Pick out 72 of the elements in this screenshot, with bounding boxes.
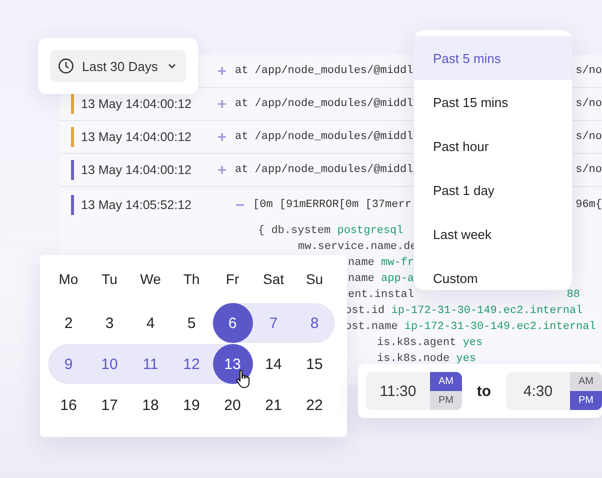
calendar-day[interactable]: 11 — [130, 344, 170, 384]
separator-label: to — [476, 382, 492, 400]
expand-icon[interactable] — [217, 132, 227, 142]
calendar-day[interactable]: 18 — [130, 385, 170, 425]
calendar-day[interactable]: 16 — [48, 385, 88, 425]
code-line: ost.name ip-172-31-30-149.ec2.internal — [345, 320, 596, 335]
time-field[interactable]: 11:30 AM PM — [366, 372, 462, 410]
log-message: 96m{ — [576, 199, 602, 211]
log-timestamp: 13 May 14:04:00:12 — [81, 130, 192, 144]
log-message: at /app/node_modules/@middl — [235, 65, 414, 77]
log-message: at /app/node_modules/@middl — [235, 164, 414, 176]
calendar-day[interactable]: 4 — [130, 303, 170, 343]
weekday-label: Mo — [58, 270, 80, 289]
code-line: is.k8s.node yes — [377, 352, 476, 367]
code-line: ent.instal — [348, 288, 414, 303]
code-line: { db.system postgresql — [258, 224, 404, 239]
code-line: name app-a — [348, 272, 414, 287]
calendar-day[interactable]: 2 — [48, 303, 88, 343]
log-message: at /app/node_modules/@middl — [235, 131, 414, 143]
weekday-label: Th — [182, 270, 201, 289]
calendar-day[interactable]: 8 — [294, 303, 334, 343]
expand-icon[interactable] — [217, 165, 227, 175]
calendar-day[interactable]: 22 — [294, 385, 334, 425]
calendar-day[interactable]: 6 — [212, 303, 252, 343]
calendar-day[interactable]: 12 — [172, 344, 212, 384]
period-toggle[interactable]: AM — [430, 372, 462, 391]
period-toggle[interactable]: PM — [430, 391, 462, 410]
expand-icon[interactable] — [217, 66, 227, 76]
calendar-day[interactable]: 5 — [172, 303, 212, 343]
calendar-day[interactable]: 20 — [212, 385, 252, 425]
calendar-day[interactable]: 3 — [90, 303, 130, 343]
calendar-day[interactable]: 17 — [90, 385, 130, 425]
calendar-day[interactable]: 9 — [48, 344, 88, 384]
weekday-label: We — [139, 270, 162, 289]
period-toggle[interactable]: PM — [570, 391, 602, 410]
menu-item[interactable]: Past 5 mins — [414, 36, 572, 80]
date-range-button[interactable]: Last 30 Days — [50, 50, 186, 82]
log-timestamp: 13 May 14:05:52:12 — [81, 198, 192, 212]
weekday-label: Su — [304, 270, 324, 289]
calendar-day[interactable]: 14 — [254, 344, 294, 384]
calendar-day[interactable]: 19 — [172, 385, 212, 425]
chevron-down-icon — [168, 63, 176, 69]
menu-item[interactable]: Past 1 day — [414, 168, 572, 212]
menu-item[interactable]: Last week — [414, 212, 572, 256]
weekday-label: Sat — [262, 270, 285, 289]
period-toggle[interactable]: AM — [570, 372, 602, 391]
calendar-day[interactable]: 15 — [294, 344, 334, 384]
log-message: s/no — [576, 131, 602, 143]
code-line: 88 — [566, 288, 580, 303]
calendar-day[interactable]: 21 — [254, 385, 294, 425]
menu-item[interactable]: Custom — [414, 256, 572, 290]
log-timestamp: 13 May 14:04:00:12 — [81, 163, 192, 177]
clock-icon — [58, 58, 74, 74]
calendar-day[interactable]: 13 — [212, 344, 252, 384]
calendar-day[interactable]: 7 — [254, 303, 294, 343]
weekday-label: Tu — [100, 270, 118, 289]
log-timestamp: 13 May 14:04:00:12 — [81, 97, 192, 111]
time-field[interactable]: 4:30 AM PM — [506, 372, 602, 410]
code-line: is.k8s.agent yes — [377, 336, 483, 351]
expand-icon[interactable] — [217, 99, 227, 109]
log-message: s/no — [576, 164, 602, 176]
code-line: mw.service.name.de — [298, 240, 417, 255]
hand-cursor-icon — [234, 369, 252, 389]
log-message: s/no — [576, 65, 602, 77]
menu-item[interactable]: Past hour — [414, 124, 572, 168]
log-message: at /app/node_modules/@middl — [235, 98, 414, 110]
log-message: [0m [91mERROR[0m [37merr — [253, 199, 412, 211]
menu-item[interactable]: Past 15 mins — [414, 80, 572, 124]
log-message: s/no — [576, 98, 602, 110]
weekday-label: Fr — [224, 270, 240, 289]
code-line: name mw-fr — [348, 256, 414, 271]
calendar-day[interactable]: 10 — [90, 344, 130, 384]
